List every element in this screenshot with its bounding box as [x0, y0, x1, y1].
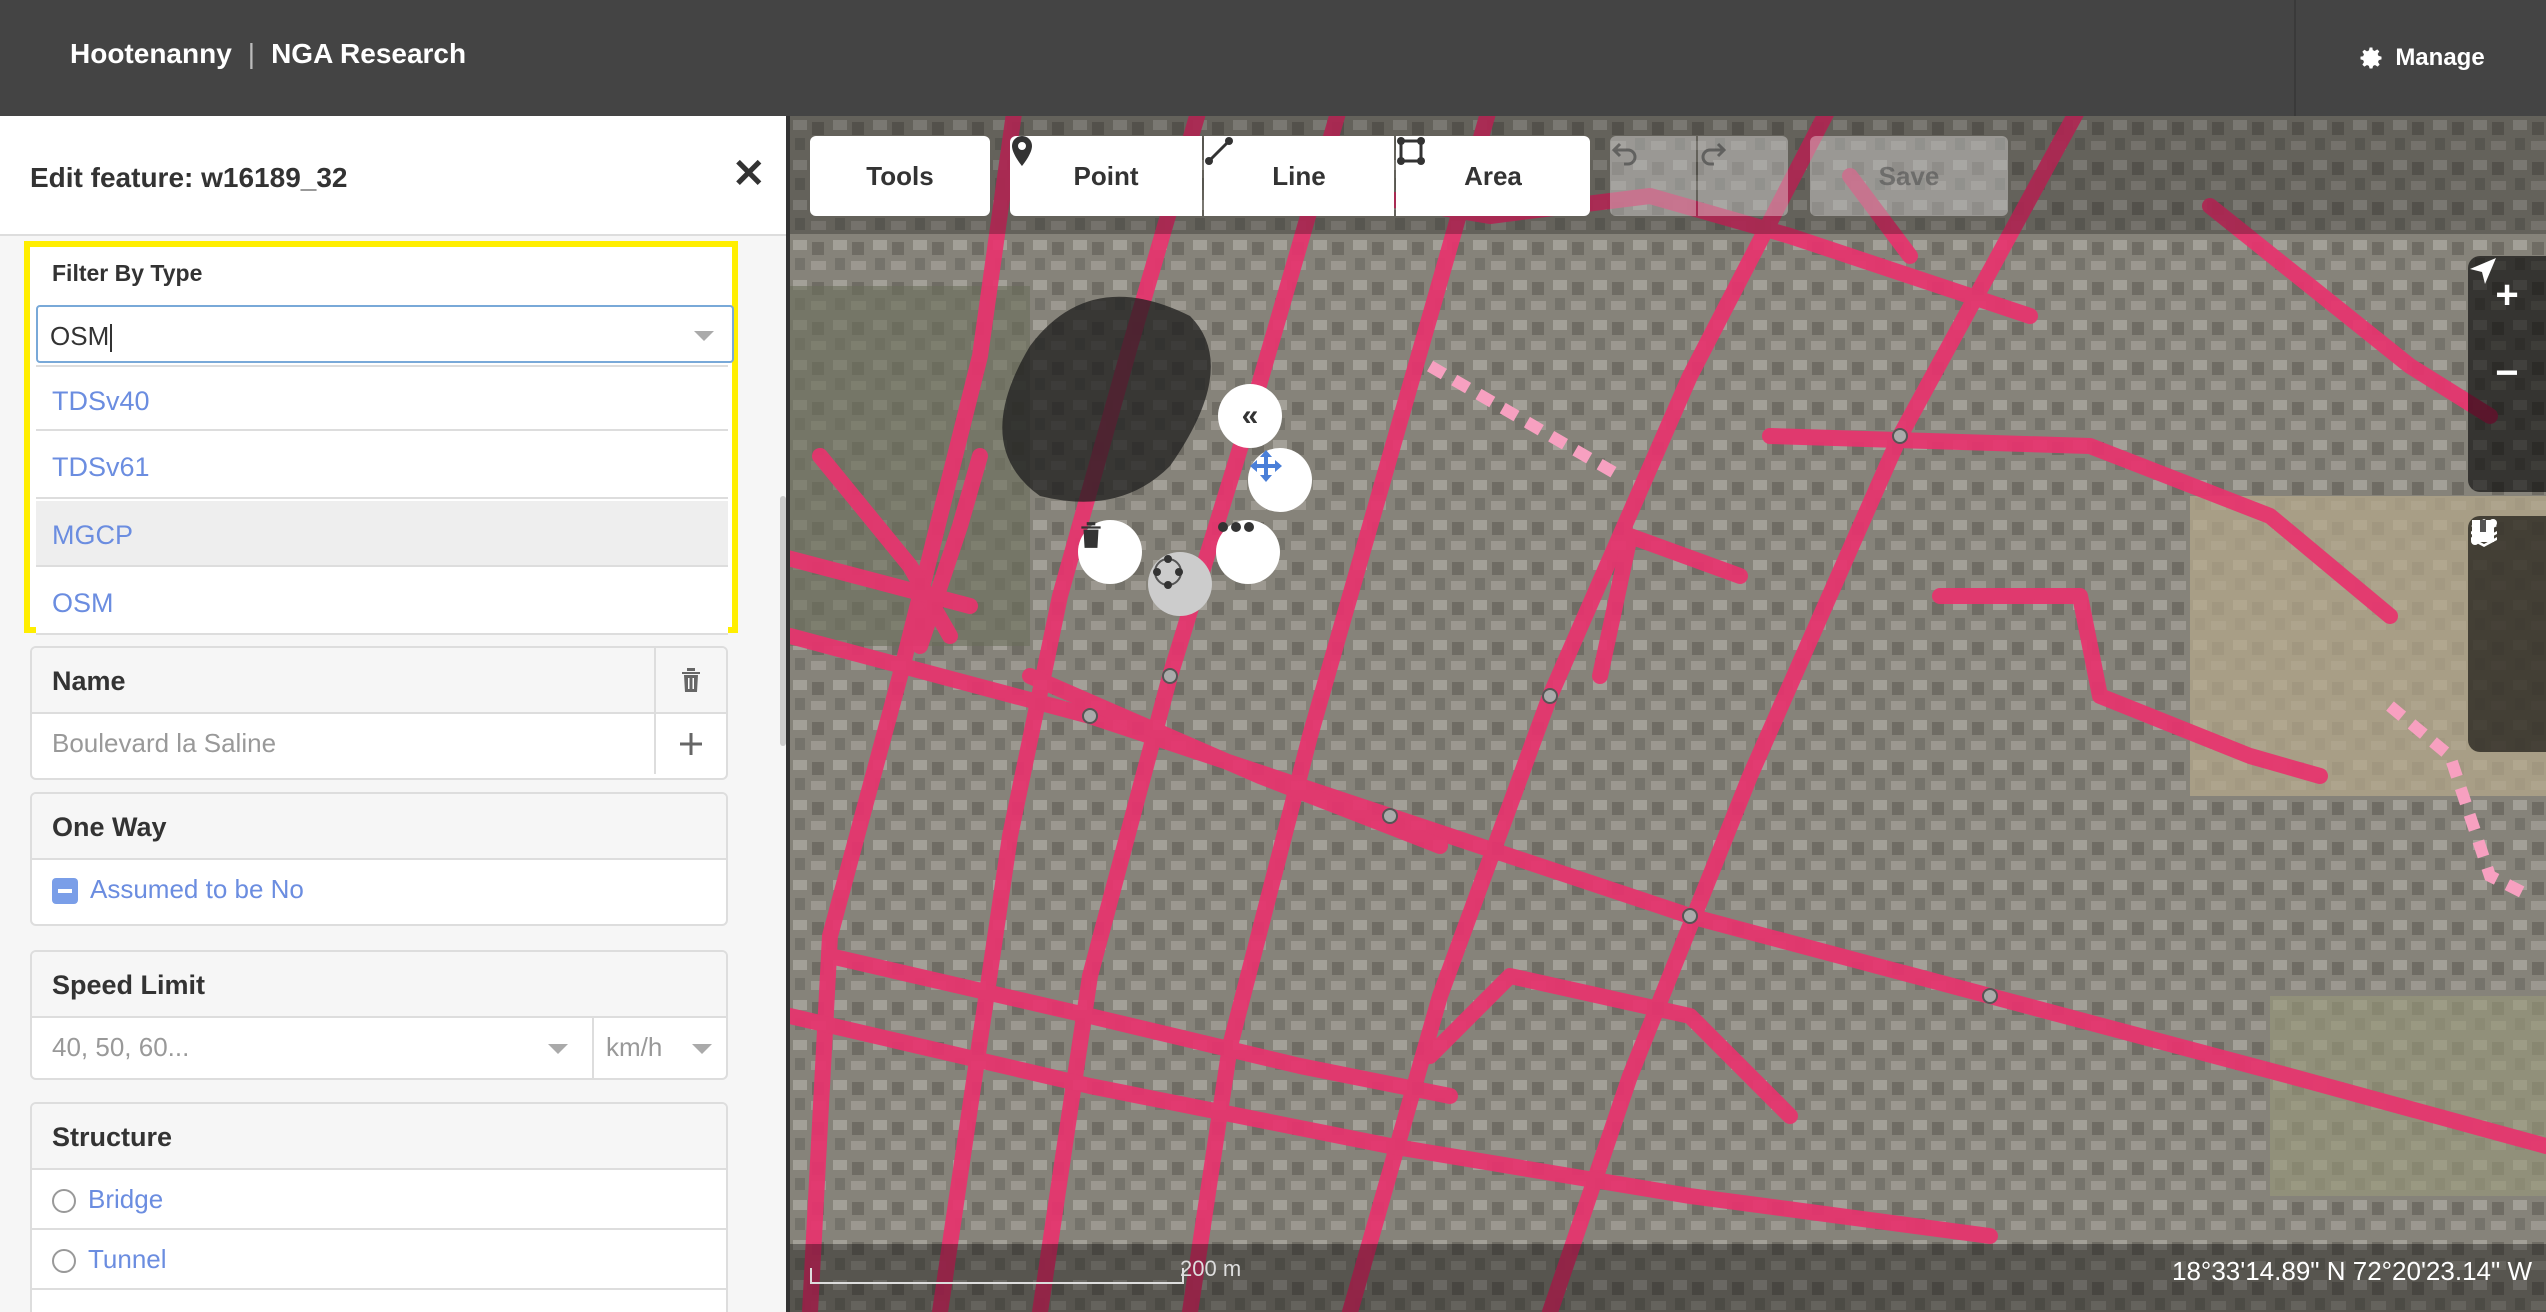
redo-button[interactable]: [1698, 136, 1788, 216]
structure-field: Structure Bridge Tunnel: [30, 1102, 728, 1312]
vertex: [1682, 908, 1698, 924]
move-icon[interactable]: [1248, 448, 1312, 512]
map-pin-icon: [1012, 136, 1032, 166]
vertex: [1162, 668, 1178, 684]
name-placeholder: Boulevard la Saline: [52, 728, 277, 758]
text-caret: [110, 324, 113, 353]
zoom-out-icon[interactable]: −: [2468, 334, 2546, 412]
gear-icon: [2360, 47, 2382, 69]
speed-limit-placeholder: 40, 50, 60...: [52, 1032, 190, 1062]
add-line-button[interactable]: Line: [1204, 136, 1394, 216]
structure-label: Structure: [32, 1104, 726, 1170]
save-label: Save: [1878, 160, 1940, 191]
vertex: [1082, 708, 1098, 724]
one-way-label: One Way: [32, 794, 726, 860]
filter-type-combobox[interactable]: OSM: [36, 305, 734, 363]
app-brand[interactable]: Hootenanny | NGA Research: [70, 38, 466, 70]
name-field-label-row: Name: [32, 648, 726, 714]
undo-icon: [1611, 142, 1637, 166]
point-label: Point: [1073, 160, 1139, 191]
split-icon[interactable]: [1216, 520, 1280, 584]
area-icon: [1397, 137, 1425, 165]
plus-icon[interactable]: [654, 714, 726, 774]
speed-limit-field: Speed Limit 40, 50, 60... km/h: [30, 950, 728, 1080]
undo-button[interactable]: [1610, 136, 1696, 216]
speed-limit-label: Speed Limit: [32, 952, 726, 1018]
zoom-controls: + −: [2468, 256, 2546, 492]
issues-icon[interactable]: [2468, 520, 2546, 750]
save-button[interactable]: Save: [1810, 136, 2008, 216]
radio-button[interactable]: [52, 1249, 76, 1274]
structure-option-tunnel[interactable]: Tunnel: [32, 1230, 726, 1290]
map-footer: 200 m 18°33'14.89" N 72°20'23.14" W: [790, 1244, 2546, 1312]
name-field: Name Boulevard la Saline: [30, 646, 728, 780]
map-panes-controls: [2468, 516, 2546, 752]
structure-option-bridge[interactable]: Bridge: [32, 1170, 726, 1230]
vertex: [1382, 808, 1398, 824]
chevron-down-icon[interactable]: [548, 1044, 568, 1054]
map-view[interactable]: « Tools Point Line Area Save + − 200 m 1…: [790, 116, 2546, 1312]
close-icon[interactable]: ✕: [732, 154, 766, 194]
project-name: NGA Research: [271, 38, 467, 69]
tools-button[interactable]: Tools: [810, 136, 990, 216]
chevron-down-icon[interactable]: [692, 1044, 712, 1054]
chevron-down-icon[interactable]: [694, 331, 714, 341]
filter-option-mgcp[interactable]: MGCP: [36, 501, 728, 567]
name-input[interactable]: Boulevard la Saline: [32, 714, 726, 774]
map-data-icon[interactable]: [2468, 519, 2546, 672]
indeterminate-checkbox-icon: [52, 878, 78, 905]
line-label: Line: [1272, 160, 1326, 191]
edit-feature-panel: Edit feature: w16189_32 ✕ Filter By Type…: [0, 116, 786, 1312]
one-way-checkbox[interactable]: Assumed to be No: [32, 860, 726, 920]
vertex: [1982, 988, 1998, 1004]
vertex: [1892, 428, 1908, 444]
panel-scrollbar[interactable]: [780, 496, 786, 746]
top-bar: Hootenanny | NGA Research Manage: [0, 0, 2546, 116]
filter-option-osm[interactable]: OSM: [36, 569, 728, 635]
redo-icon: [1701, 142, 1727, 166]
filter-option-tdsv40[interactable]: TDSv40: [36, 365, 728, 431]
add-point-button[interactable]: Point: [1010, 136, 1202, 216]
app-name: Hootenanny: [70, 38, 232, 69]
name-field-label: Name: [52, 666, 126, 696]
manage-button[interactable]: Manage: [2294, 0, 2546, 116]
one-way-value: Assumed to be No: [90, 874, 304, 904]
filter-type-value: OSM: [50, 321, 110, 351]
speed-limit-input[interactable]: 40, 50, 60... km/h: [32, 1018, 726, 1078]
tunnel-label: Tunnel: [88, 1244, 167, 1274]
panel-header: Edit feature: w16189_32 ✕: [0, 116, 786, 236]
line-icon: [1205, 137, 1233, 165]
trash-icon[interactable]: [1078, 520, 1142, 584]
brand-separator: |: [247, 38, 256, 69]
speed-unit-value: km/h: [606, 1032, 663, 1062]
cursor-coordinates: 18°33'14.89" N 72°20'23.14" W: [2172, 1256, 2532, 1286]
filter-option-tdsv61[interactable]: TDSv61: [36, 433, 728, 499]
scale-label: 200 m: [1180, 1256, 1242, 1281]
circularize-icon[interactable]: [1148, 552, 1212, 616]
bridge-label: Bridge: [88, 1184, 164, 1214]
manage-label: Manage: [2395, 44, 2485, 71]
panel-title: Edit feature: w16189_32: [30, 162, 348, 193]
filter-by-type-label: Filter By Type: [52, 260, 203, 286]
vertex: [1542, 688, 1558, 704]
geolocate-icon[interactable]: [2468, 258, 2546, 490]
satellite-map[interactable]: [790, 116, 2546, 1312]
speed-unit-select[interactable]: km/h: [592, 1018, 726, 1078]
vegetation: [2270, 996, 2546, 1196]
tools-label: Tools: [866, 160, 934, 191]
add-area-button[interactable]: Area: [1396, 136, 1590, 216]
one-way-field: One Way Assumed to be No: [30, 792, 728, 926]
collapse-menu-icon[interactable]: «: [1218, 384, 1282, 448]
scale-bar[interactable]: [810, 1268, 1184, 1284]
area-label: Area: [1464, 160, 1522, 191]
trash-icon[interactable]: [654, 648, 726, 712]
radio-button[interactable]: [52, 1189, 76, 1214]
